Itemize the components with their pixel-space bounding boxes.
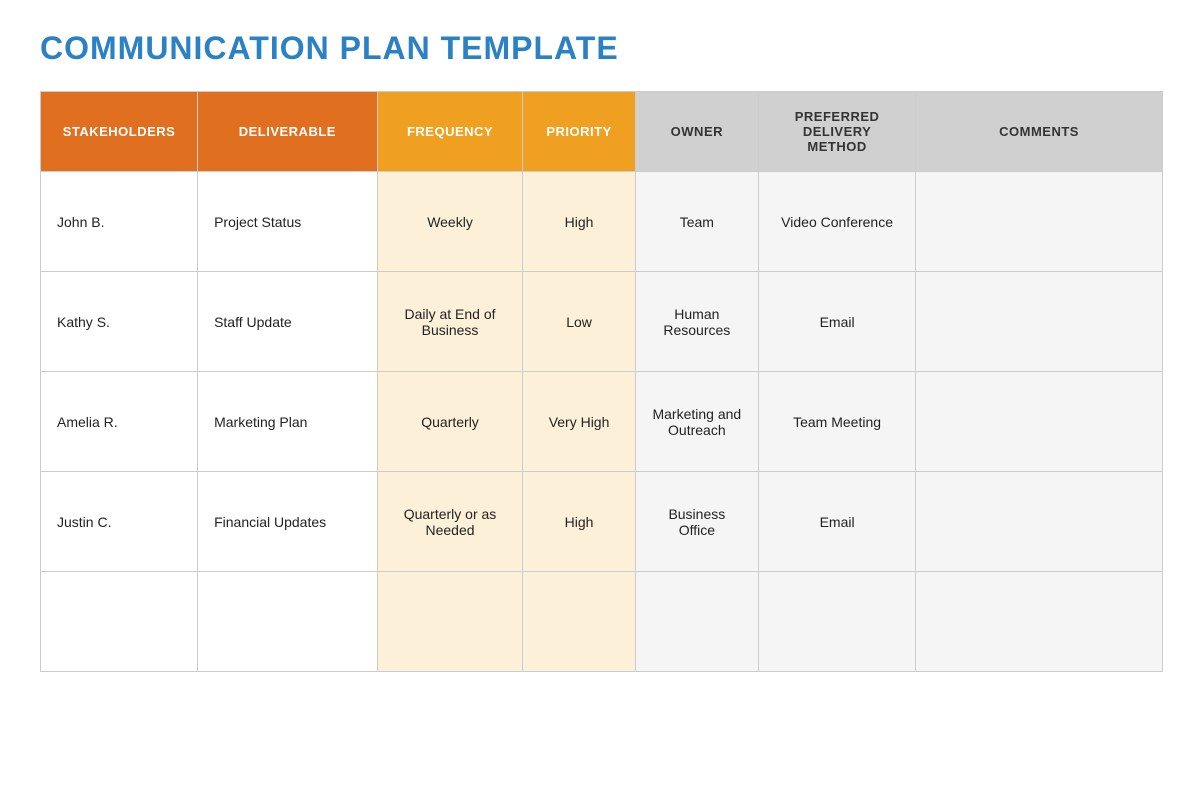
header-owner: OWNER <box>635 92 758 172</box>
cell-stakeholder: Amelia R. <box>41 372 198 472</box>
communication-plan-table: STAKEHOLDERS DELIVERABLE FREQUENCY PRIOR… <box>40 91 1163 672</box>
cell-owner: Marketing and Outreach <box>635 372 758 472</box>
cell-frequency: Weekly <box>377 172 523 272</box>
cell-owner: Team <box>635 172 758 272</box>
table-row: Justin C.Financial UpdatesQuarterly or a… <box>41 472 1163 572</box>
cell-stakeholder: Kathy S. <box>41 272 198 372</box>
cell-stakeholder <box>41 572 198 672</box>
cell-stakeholder: Justin C. <box>41 472 198 572</box>
cell-delivery: Video Conference <box>759 172 916 272</box>
cell-priority: High <box>523 472 635 572</box>
header-stakeholders: STAKEHOLDERS <box>41 92 198 172</box>
page-title: COMMUNICATION PLAN TEMPLATE <box>40 30 1163 67</box>
cell-comments <box>916 372 1163 472</box>
cell-priority <box>523 572 635 672</box>
cell-deliverable: Financial Updates <box>198 472 378 572</box>
cell-deliverable: Project Status <box>198 172 378 272</box>
cell-deliverable: Marketing Plan <box>198 372 378 472</box>
cell-owner <box>635 572 758 672</box>
cell-owner: Human Resources <box>635 272 758 372</box>
cell-priority: Low <box>523 272 635 372</box>
cell-comments <box>916 472 1163 572</box>
cell-delivery: Email <box>759 272 916 372</box>
cell-comments <box>916 572 1163 672</box>
cell-delivery <box>759 572 916 672</box>
cell-comments <box>916 272 1163 372</box>
table-row: Kathy S.Staff UpdateDaily at End of Busi… <box>41 272 1163 372</box>
cell-frequency: Quarterly or as Needed <box>377 472 523 572</box>
header-comments: COMMENTS <box>916 92 1163 172</box>
header-frequency: FREQUENCY <box>377 92 523 172</box>
header-delivery: PREFERRED DELIVERY METHOD <box>759 92 916 172</box>
cell-stakeholder: John B. <box>41 172 198 272</box>
table-row: Amelia R.Marketing PlanQuarterlyVery Hig… <box>41 372 1163 472</box>
cell-delivery: Email <box>759 472 916 572</box>
cell-frequency <box>377 572 523 672</box>
cell-priority: High <box>523 172 635 272</box>
cell-deliverable: Staff Update <box>198 272 378 372</box>
table-row <box>41 572 1163 672</box>
cell-priority: Very High <box>523 372 635 472</box>
header-priority: PRIORITY <box>523 92 635 172</box>
header-deliverable: DELIVERABLE <box>198 92 378 172</box>
table-row: John B.Project StatusWeeklyHighTeamVideo… <box>41 172 1163 272</box>
cell-owner: Business Office <box>635 472 758 572</box>
cell-deliverable <box>198 572 378 672</box>
cell-delivery: Team Meeting <box>759 372 916 472</box>
cell-frequency: Daily at End of Business <box>377 272 523 372</box>
header-row: STAKEHOLDERS DELIVERABLE FREQUENCY PRIOR… <box>41 92 1163 172</box>
cell-comments <box>916 172 1163 272</box>
cell-frequency: Quarterly <box>377 372 523 472</box>
